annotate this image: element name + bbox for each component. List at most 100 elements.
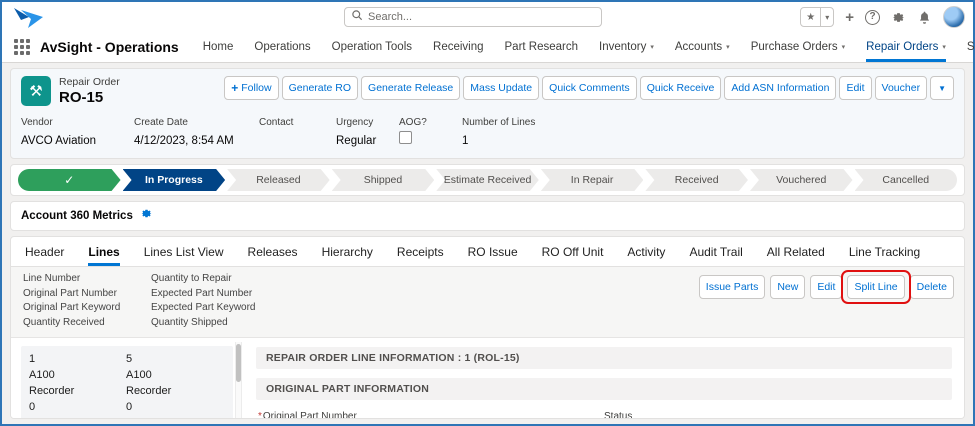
delete-button[interactable]: Delete — [909, 275, 954, 299]
lines-label-panel: Line Number Original Part Number Origina… — [11, 267, 964, 338]
lines-body: 1 A100 Recorder 0 5 A100 Recorder 0 REPA… — [11, 338, 964, 418]
chevron-down-icon: ▾ — [726, 43, 730, 51]
nav-tab-operation-tools[interactable]: Operation Tools — [332, 32, 412, 62]
split-line-annotation-wrap: Split Line — [841, 270, 911, 304]
entity-label: Repair Order — [59, 76, 120, 88]
field-number-of-lines: Number of Lines 1 — [462, 117, 536, 147]
path-stage-received[interactable]: Received — [645, 169, 748, 191]
edit-button[interactable]: Edit — [839, 76, 872, 100]
notifications-bell-icon[interactable] — [917, 10, 932, 25]
label-column-2: Quantity to Repair Expected Part Number … — [151, 273, 256, 328]
generate-ro-button[interactable]: Generate RO — [281, 76, 359, 100]
field-original-part-number: *Original Part Number A100 — [258, 411, 604, 418]
path-stage-shipped[interactable]: Shipped — [332, 169, 435, 191]
tab-ro-off-unit[interactable]: RO Off Unit — [542, 237, 604, 266]
help-icon[interactable]: ? — [865, 9, 880, 25]
aog-checkbox[interactable] — [399, 131, 412, 144]
nav-tab-accounts[interactable]: Accounts ▾ — [675, 32, 730, 62]
nav-tab-part-research[interactable]: Part Research — [505, 32, 579, 62]
path-stage-vouchered[interactable]: Vouchered — [750, 169, 853, 191]
tab-lines-list-view[interactable]: Lines List View — [144, 237, 224, 266]
nav-tab-sales-orders[interactable]: Sales Orders▾ — [967, 32, 975, 62]
chevron-down-icon: ▾ — [841, 43, 846, 51]
path-stage-complete[interactable]: ✓ — [18, 169, 121, 191]
app-nav-bar: AvSight - Operations Home Operations Ope… — [2, 32, 975, 63]
favorites-caret-icon[interactable]: ▾ — [821, 13, 833, 22]
account-360-metrics-card: Account 360 Metrics — [10, 201, 965, 231]
tab-line-tracking[interactable]: Line Tracking — [849, 237, 920, 266]
edit-line-button[interactable]: Edit — [810, 275, 843, 299]
nav-tab-repair-orders[interactable]: Repair Orders ▾ — [866, 32, 946, 62]
page-content: ⚒ Repair Order RO-15 + Follow Generate RO… — [2, 63, 973, 424]
record-tabs: Header Lines Lines List View Releases Hi… — [11, 237, 964, 267]
path-stage-in-repair[interactable]: In Repair — [541, 169, 644, 191]
tab-activity[interactable]: Activity — [627, 237, 665, 266]
header-utilities: ★ ▾ + ? — [800, 6, 965, 28]
generate-release-button[interactable]: Generate Release — [361, 76, 461, 100]
more-actions-dropdown-button[interactable]: ▼ — [930, 76, 954, 100]
favorites-control[interactable]: ★ ▾ — [800, 7, 835, 27]
new-button[interactable]: New — [770, 275, 806, 299]
nav-tab-purchase-orders[interactable]: Purchase Orders ▾ — [751, 32, 845, 62]
global-actions-icon[interactable]: + — [845, 10, 854, 25]
plus-icon: + — [231, 81, 239, 95]
add-asn-information-button[interactable]: Add ASN Information — [724, 76, 837, 100]
follow-button[interactable]: + Follow — [224, 76, 279, 100]
list-item-column-2: 5 A100 Recorder 0 — [126, 353, 172, 413]
nav-tab-home[interactable]: Home — [203, 32, 234, 62]
field-vendor: Vendor AVCO Aviation — [21, 117, 97, 147]
record-highlights-panel: ⚒ Repair Order RO-15 + Follow Generate RO… — [10, 68, 965, 159]
split-line-button[interactable]: Split Line — [847, 275, 905, 299]
sales-path: ✓ In Progress Released Shipped Estimate … — [10, 164, 965, 196]
setup-gear-icon[interactable] — [891, 10, 906, 25]
list-item[interactable]: 1 A100 Recorder 0 5 A100 Recorder 0 — [21, 346, 233, 418]
global-search[interactable] — [344, 7, 602, 27]
field-urgency: Urgency Regular — [336, 117, 377, 147]
voucher-button[interactable]: Voucher — [874, 76, 928, 100]
tab-all-related[interactable]: All Related — [767, 237, 825, 266]
metrics-settings-gear-icon[interactable] — [140, 207, 153, 225]
chevron-down-icon: ▾ — [650, 43, 654, 51]
quick-receive-button[interactable]: Quick Receive — [639, 76, 722, 100]
section-repair-order-line-information[interactable]: REPAIR ORDER LINE INFORMATION : 1 (ROL-1… — [256, 347, 952, 369]
issue-parts-button[interactable]: Issue Parts — [698, 275, 766, 299]
tab-ro-issue[interactable]: RO Issue — [468, 237, 518, 266]
line-detail-panel: REPAIR ORDER LINE INFORMATION : 1 (ROL-1… — [242, 338, 964, 418]
path-stage-released[interactable]: Released — [227, 169, 330, 191]
path-stage-in-progress[interactable]: In Progress — [123, 169, 226, 191]
tab-hierarchy[interactable]: Hierarchy — [322, 237, 373, 266]
required-asterisk: * — [258, 411, 262, 418]
page-title: RO-15 — [59, 89, 104, 106]
user-avatar[interactable] — [943, 6, 965, 28]
search-input[interactable] — [368, 11, 595, 23]
tab-releases[interactable]: Releases — [248, 237, 298, 266]
line-list-panel: 1 A100 Recorder 0 5 A100 Recorder 0 — [11, 338, 235, 418]
scrollbar-thumb[interactable] — [236, 344, 241, 382]
app-name: AvSight - Operations — [40, 39, 179, 55]
metrics-title: Account 360 Metrics — [21, 210, 133, 222]
path-stage-estimate-received[interactable]: Estimate Received — [436, 169, 539, 191]
tab-header[interactable]: Header — [25, 237, 64, 266]
tab-lines[interactable]: Lines — [88, 237, 119, 266]
nav-tabs: Home Operations Operation Tools Receivin… — [203, 32, 975, 62]
vendor-link[interactable]: AVCO Aviation — [21, 135, 96, 147]
nav-tab-inventory[interactable]: Inventory ▾ — [599, 32, 654, 62]
field-status: Status Open — [604, 411, 950, 418]
field-contact: Contact — [259, 117, 294, 128]
list-scrollbar[interactable] — [235, 342, 242, 418]
nav-tab-operations[interactable]: Operations — [254, 32, 310, 62]
path-stage-cancelled[interactable]: Cancelled — [854, 169, 958, 191]
label-column-1: Line Number Original Part Number Origina… — [23, 273, 121, 328]
detail-fields-row: *Original Part Number A100 Status Open — [256, 409, 952, 418]
tab-audit-trail[interactable]: Audit Trail — [689, 237, 742, 266]
tab-receipts[interactable]: Receipts — [397, 237, 444, 266]
quick-comments-button[interactable]: Quick Comments — [542, 76, 637, 100]
record-action-bar: + Follow Generate RO Generate Release Mas… — [224, 76, 954, 100]
app-launcher-icon[interactable] — [14, 39, 30, 55]
highlight-fields: Vendor AVCO Aviation Create Date 4/12/20… — [21, 117, 954, 149]
section-original-part-information[interactable]: ORIGINAL PART INFORMATION — [256, 378, 952, 400]
favorites-star-icon[interactable]: ★ — [801, 12, 820, 23]
nav-tab-receiving[interactable]: Receiving — [433, 32, 484, 62]
field-create-date: Create Date 4/12/2023, 8:54 AM — [134, 117, 234, 147]
mass-update-button[interactable]: Mass Update — [463, 76, 540, 100]
